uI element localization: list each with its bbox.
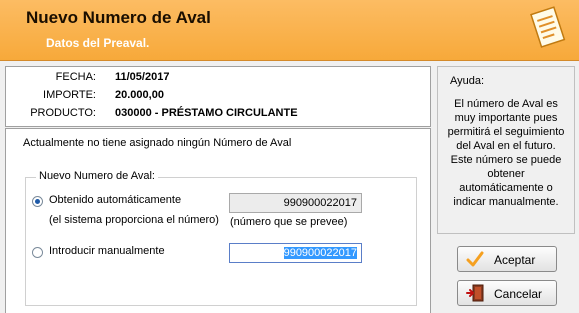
accept-button[interactable]: Aceptar <box>457 246 557 272</box>
aval-number-group: Nuevo Numero de Aval: Obtenido automátic… <box>25 170 417 306</box>
cancel-button[interactable]: Cancelar <box>457 280 557 306</box>
fecha-label: FECHA: <box>55 71 96 83</box>
help-text: El número de Aval es muy importante pues… <box>447 98 565 208</box>
importe-value: 20.000,00 <box>115 89 164 101</box>
checkmark-icon <box>466 251 484 267</box>
group-legend: Nuevo Numero de Aval: <box>36 170 158 182</box>
help-title: Ayuda: <box>450 75 485 87</box>
preaval-info-panel: FECHA: 11/05/2017 IMPORTE: 20.000,00 PRO… <box>5 66 431 127</box>
dialog-subtitle: Datos del Preaval. <box>46 36 150 50</box>
cancel-label: Cancelar <box>494 287 543 301</box>
dialog-title: Nuevo Numero de Aval <box>26 8 211 27</box>
auto-number-note: (número que se prevee) <box>230 216 348 228</box>
status-message: Actualmente no tiene asignado ningún Núm… <box>23 137 292 149</box>
manual-label[interactable]: Introducir manualmente <box>49 245 165 257</box>
auto-sublabel: (el sistema proporciona el número) <box>49 214 219 226</box>
producto-label: PRODUCTO: <box>30 107 96 119</box>
fecha-value: 11/05/2017 <box>115 71 170 83</box>
document-notepad-icon <box>530 6 566 48</box>
manual-radio[interactable] <box>32 247 43 258</box>
producto-value: 030000 - PRÉSTAMO CIRCULANTE <box>115 107 298 119</box>
accept-label: Aceptar <box>494 253 536 267</box>
manual-number-input[interactable]: 990900022017 <box>229 243 362 263</box>
exit-door-icon <box>466 284 484 302</box>
dialog-header: Nuevo Numero de Aval Datos del Preaval. <box>0 0 579 61</box>
auto-number-field: 990900022017 <box>229 193 362 213</box>
help-panel: Ayuda: El número de Aval es muy importan… <box>437 66 575 234</box>
importe-label: IMPORTE: <box>43 89 96 101</box>
auto-label[interactable]: Obtenido automáticamente <box>49 194 181 206</box>
aval-number-panel: Actualmente no tiene asignado ningún Núm… <box>5 128 431 313</box>
auto-radio[interactable] <box>32 196 43 207</box>
manual-number-selection: 990900022017 <box>283 247 357 259</box>
